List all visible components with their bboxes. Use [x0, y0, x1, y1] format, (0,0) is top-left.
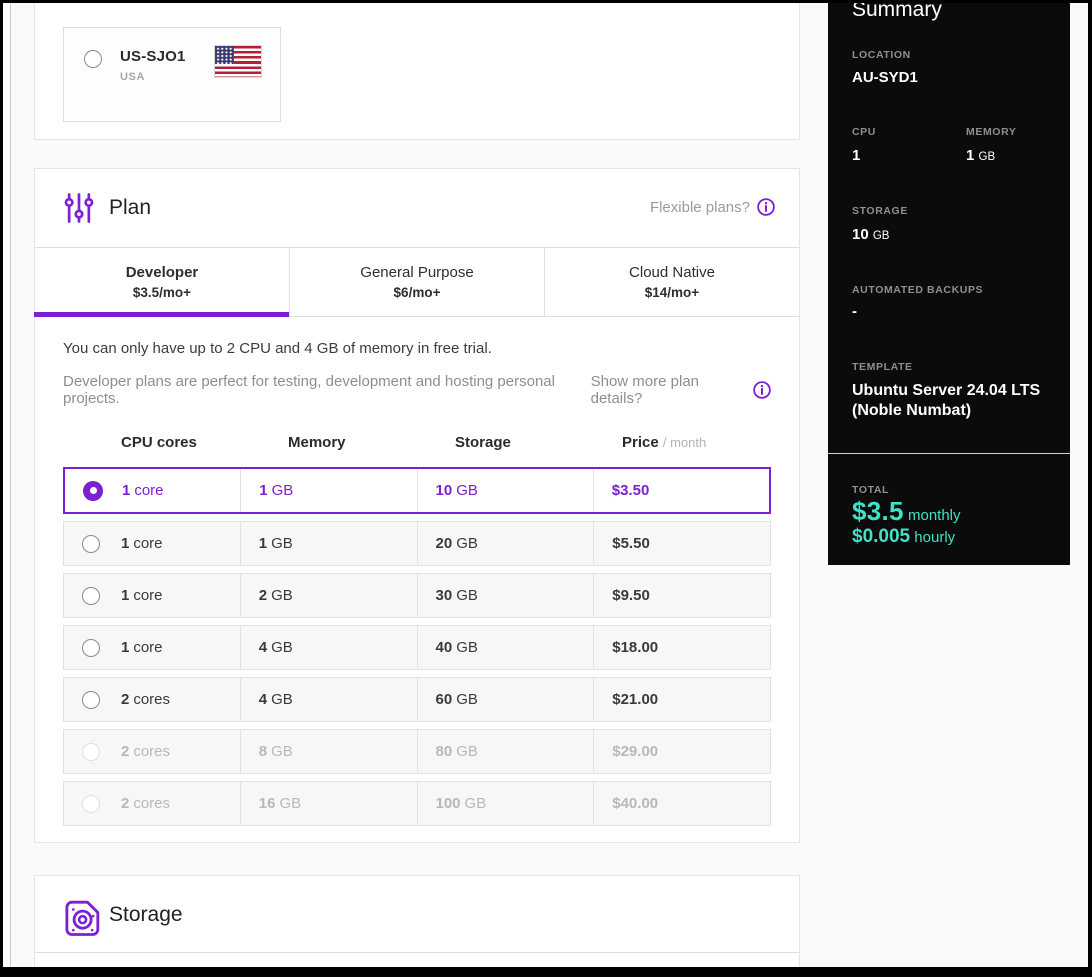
storage-card: Storage — [34, 875, 800, 967]
plan-title: Plan — [109, 196, 152, 219]
hard-drive-icon — [63, 898, 103, 940]
plan-description: Developer plans are perfect for testing,… — [63, 373, 771, 407]
summary-memory-label: MEMORY — [966, 126, 1017, 138]
summary-total-monthly: $3.5 monthly — [852, 496, 961, 526]
radio-button-disabled — [82, 794, 100, 813]
trial-notice: You can only have up to 2 CPU and 4 GB o… — [63, 340, 492, 357]
header-storage: Storage — [455, 434, 511, 451]
header-cpu-cores: CPU cores — [121, 434, 197, 451]
radio-button[interactable] — [82, 534, 100, 553]
plan-row[interactable]: 2 cores 4 GB 60 GB $21.00 — [63, 677, 771, 722]
radio-button[interactable] — [82, 638, 100, 657]
summary-cpu-label: CPU — [852, 126, 876, 138]
radio-button[interactable] — [82, 586, 100, 605]
location-radio-button[interactable] — [84, 50, 102, 68]
radio-button-selected[interactable] — [83, 480, 103, 501]
header-price: Price / month — [622, 434, 707, 451]
plan-tabs: Developer $3.5/mo+ General Purpose $6/mo… — [34, 247, 799, 317]
plan-row[interactable]: 1 core 2 GB 30 GB $9.50 — [63, 573, 771, 618]
location-name: US-SJO1 — [120, 48, 186, 65]
radio-button-disabled — [82, 742, 100, 761]
plan-header: Plan Flexible plans? — [35, 169, 799, 247]
storage-header: Storage — [35, 876, 799, 954]
main-content: US-SJO1 USA Plan Flexible plans? Develop… — [34, 3, 800, 967]
summary-title: Summary — [852, 3, 942, 21]
window-frame: US-SJO1 USA Plan Flexible plans? Develop… — [0, 0, 1092, 977]
tab-general-purpose[interactable]: General Purpose $6/mo+ — [290, 248, 545, 316]
left-gutter — [3, 3, 11, 967]
plan-row[interactable]: 1 core 1 GB 20 GB $5.50 — [63, 521, 771, 566]
show-more-details-link[interactable]: Show more plan details? — [591, 373, 745, 407]
location-country: USA — [120, 71, 146, 83]
summary-memory-value: 1 GB — [966, 147, 996, 164]
info-icon[interactable] — [757, 198, 775, 216]
plan-row-disabled: 2 cores 16 GB 100 GB $40.00 — [63, 781, 771, 826]
summary-total-hourly: $0.005 hourly — [852, 526, 956, 547]
summary-location-value: AU-SYD1 — [852, 69, 918, 86]
summary-template-label: TEMPLATE — [852, 361, 913, 373]
summary-storage-label: STORAGE — [852, 205, 908, 217]
summary-location-label: LOCATION — [852, 49, 911, 61]
summary-panel: Summary LOCATION AU-SYD1 CPU 1 MEMORY 1 … — [828, 3, 1070, 565]
info-icon[interactable] — [753, 381, 771, 399]
location-option-us-sjo1[interactable]: US-SJO1 USA — [63, 27, 281, 122]
radio-button[interactable] — [82, 690, 100, 709]
flexible-plans-link[interactable]: Flexible plans? — [650, 198, 775, 216]
location-card: US-SJO1 USA — [34, 3, 800, 140]
summary-backups-label: AUTOMATED BACKUPS — [852, 284, 984, 296]
plan-table-header: CPU cores Memory Storage Price / month — [63, 434, 771, 451]
plan-card: Plan Flexible plans? Developer $3.5/mo+ … — [34, 168, 800, 843]
tab-cloud-native[interactable]: Cloud Native $14/mo+ — [545, 248, 799, 316]
storage-title: Storage — [109, 903, 183, 926]
plan-row[interactable]: 1 core 4 GB 40 GB $18.00 — [63, 625, 771, 670]
plan-row-disabled: 2 cores 8 GB 80 GB $29.00 — [63, 729, 771, 774]
summary-total-label: TOTAL — [852, 484, 890, 496]
summary-storage-value: 10 GB — [852, 226, 890, 243]
plan-table: CPU cores Memory Storage Price / month 1… — [63, 434, 771, 826]
header-memory: Memory — [288, 434, 346, 451]
summary-template-value: Ubuntu Server 24.04 LTS (Noble Numbat) — [852, 382, 1041, 419]
us-flag-icon — [214, 45, 262, 78]
summary-cpu-value: 1 — [852, 147, 861, 164]
storage-divider — [35, 952, 799, 953]
sliders-icon — [63, 191, 95, 225]
summary-divider — [828, 453, 1070, 454]
plan-row[interactable]: 1 core 1 GB 10 GB $3.50 — [63, 467, 771, 514]
tab-developer[interactable]: Developer $3.5/mo+ — [34, 248, 290, 317]
summary-backups-value: - — [852, 303, 857, 320]
plan-body: You can only have up to 2 CPU and 4 GB o… — [35, 340, 799, 826]
